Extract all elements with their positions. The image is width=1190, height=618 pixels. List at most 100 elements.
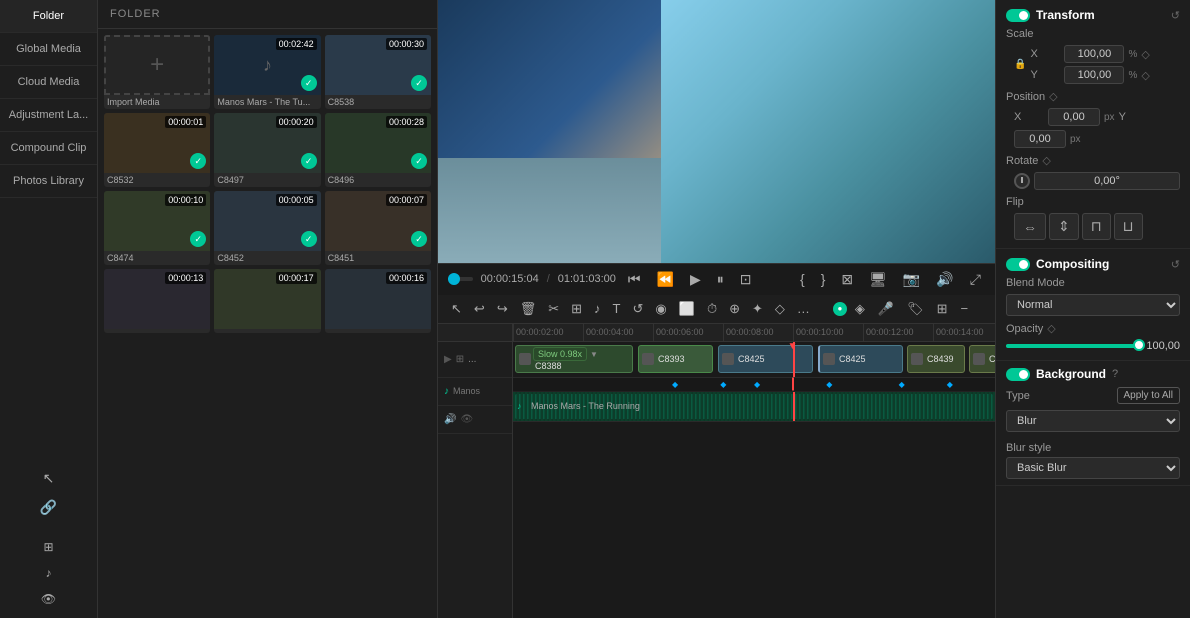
rotate-reset[interactable]: ◇: [1042, 154, 1050, 167]
video-clips-row: Slow 0.98x ▼ C8388 C8393: [513, 342, 995, 378]
timeline-clip-c8439a[interactable]: C8439: [907, 345, 965, 373]
timeline-tool-rect[interactable]: ⬜: [674, 298, 700, 320]
preview-progress-handle[interactable]: [448, 273, 460, 285]
blur-style-select[interactable]: Basic Blur Gaussian Blur: [1006, 457, 1180, 479]
sidebar-bottom-2[interactable]: ♪: [42, 562, 56, 584]
position-reset[interactable]: ◇: [1049, 90, 1057, 103]
apply-to-all-button[interactable]: Apply to All: [1117, 387, 1180, 404]
media-item-c8451[interactable]: 00:00:07 C8451: [325, 191, 431, 265]
media-item-row3b[interactable]: 00:00:17: [214, 269, 320, 333]
preview-snapshot-button[interactable]: 📷: [899, 269, 924, 290]
timeline-tool-more[interactable]: …: [792, 298, 815, 319]
timeline-tool-delete[interactable]: 🗑: [515, 298, 542, 320]
media-item-c8474[interactable]: 00:00:10 C8474: [104, 191, 210, 265]
sidebar-bottom-3[interactable]: 👁: [37, 588, 60, 610]
timeline-tool-rotate[interactable]: ↺: [628, 298, 649, 320]
timeline-tool-circle[interactable]: ◉: [650, 298, 671, 320]
scale-x-reset[interactable]: ◇: [1141, 48, 1149, 61]
timeline-tool-undo[interactable]: ↩: [469, 298, 490, 320]
media-item-c8538[interactable]: 00:00:30 C8538: [325, 35, 431, 109]
background-blur-select[interactable]: Blur Color None: [1006, 410, 1180, 432]
media-item-c8496[interactable]: 00:00:28 C8496: [325, 113, 431, 187]
opacity-slider[interactable]: [1006, 344, 1139, 348]
flip-horizontal-button[interactable]: ⇔: [1014, 213, 1046, 240]
preview-mark-out-button[interactable]: }: [817, 269, 830, 289]
timeline-tag-btn[interactable]: 🏷: [902, 298, 929, 320]
timeline-tool-speed[interactable]: ⏱: [702, 298, 722, 320]
timeline-keyframe-btn[interactable]: ◈: [850, 298, 870, 320]
track-expand-btn[interactable]: ▶: [444, 354, 452, 365]
sidebar-item-photos-library[interactable]: Photos Library: [0, 165, 97, 198]
media-item-name: Manos Mars - The Tu...: [214, 95, 320, 109]
sidebar-item-adjustment[interactable]: Adjustment La...: [0, 99, 97, 132]
sidebar-item-compound-clip[interactable]: Compound Clip: [0, 132, 97, 165]
timeline-tool-select[interactable]: ↖: [446, 298, 467, 320]
transform-reset-icon[interactable]: ↺: [1171, 9, 1180, 22]
preview-step-back-button[interactable]: ⏪: [653, 269, 678, 290]
background-help-icon[interactable]: ?: [1112, 368, 1118, 380]
preview-mark-in-button[interactable]: {: [796, 269, 809, 289]
scale-y-reset[interactable]: ◇: [1141, 69, 1149, 82]
timeline-tool-audio[interactable]: ♪: [589, 298, 606, 319]
background-toggle[interactable]: [1006, 368, 1030, 381]
timeline-mic-btn[interactable]: 🎤: [873, 298, 899, 320]
compositing-reset-icon[interactable]: ↺: [1171, 258, 1180, 271]
timeline-tool-redo[interactable]: ↪: [492, 298, 513, 320]
rotate-property: Rotate ◇: [1006, 154, 1180, 190]
preview-volume-button[interactable]: 🔊: [932, 269, 957, 290]
preview-go-start-button[interactable]: ⏮: [624, 269, 645, 290]
preview-monitor-button[interactable]: 🖥: [865, 269, 891, 290]
opacity-reset[interactable]: ◇: [1047, 322, 1055, 335]
opacity-slider-handle[interactable]: [1133, 339, 1145, 351]
scale-y-input[interactable]: [1064, 66, 1124, 84]
sidebar-item-folder[interactable]: Folder: [0, 0, 97, 33]
timeline-minus-btn[interactable]: −: [956, 298, 974, 319]
media-item-c8497[interactable]: 00:00:20 C8497: [214, 113, 320, 187]
clip-label: C8425: [835, 354, 870, 364]
timeline-clip-c8425b[interactable]: C8425: [818, 345, 903, 373]
clip-video-icon: [519, 353, 531, 365]
sidebar-tool-link[interactable]: 🔗: [36, 495, 61, 520]
timeline-clip-c8439b[interactable]: C8439: [969, 345, 995, 373]
timeline-tool-effect[interactable]: ✦: [747, 298, 768, 320]
media-item-manos[interactable]: ♪ 00:02:42 Manos Mars - The Tu...: [214, 35, 320, 109]
clip-label: C8388: [531, 361, 632, 371]
position-x-input[interactable]: [1048, 108, 1100, 126]
scale-x-input[interactable]: [1064, 45, 1124, 63]
preview-pause-button[interactable]: ⏸: [713, 269, 728, 290]
sidebar-tool-arrow[interactable]: ↖: [39, 466, 59, 491]
sidebar-item-global-media[interactable]: Global Media: [0, 33, 97, 66]
flip-vertical-button[interactable]: ⇕: [1049, 213, 1079, 240]
timeline-tool-cut[interactable]: ✂: [543, 298, 564, 320]
blend-mode-select[interactable]: Normal Multiply Screen Overlay: [1006, 294, 1180, 316]
timeline-tool-text[interactable]: T: [608, 298, 626, 319]
sidebar-bottom-1[interactable]: ⊞: [39, 536, 57, 558]
timeline-tool-split[interactable]: ⊞: [566, 298, 587, 320]
lock-icon[interactable]: 🔒: [1014, 59, 1026, 70]
flip-corner2-button[interactable]: ⊔: [1114, 213, 1143, 240]
timeline-clip-c8388[interactable]: Slow 0.98x ▼ C8388: [515, 345, 633, 373]
timeline-tool-add[interactable]: ⊕: [724, 298, 745, 320]
timeline-clip-c8393[interactable]: C8393: [638, 345, 713, 373]
preview-progress-bar[interactable]: [448, 277, 473, 281]
media-item-c8532[interactable]: 00:00:01 C8532: [104, 113, 210, 187]
compositing-toggle[interactable]: [1006, 258, 1030, 271]
media-item-row3a[interactable]: 00:00:13: [104, 269, 210, 333]
import-media-button[interactable]: + Import Media: [104, 35, 210, 109]
position-y-input[interactable]: [1014, 130, 1066, 148]
timeline-clip-c8425a[interactable]: C8425: [718, 345, 813, 373]
preview-play-button[interactable]: ▶: [686, 269, 705, 290]
timeline-tool-transition[interactable]: ◇: [770, 298, 790, 320]
transform-toggle[interactable]: [1006, 9, 1030, 22]
flip-corner1-button[interactable]: ⊓: [1082, 213, 1111, 240]
preview-split-button[interactable]: ⊠: [837, 269, 857, 290]
preview-fullscreen-button[interactable]: ⊡: [736, 269, 756, 290]
timeline-grid-btn[interactable]: ⊞: [932, 298, 953, 320]
rotate-input[interactable]: [1034, 172, 1180, 190]
sidebar-item-cloud-media[interactable]: Cloud Media: [0, 66, 97, 99]
media-item-row3c[interactable]: 00:00:16: [325, 269, 431, 333]
rotate-knob[interactable]: [1014, 173, 1030, 189]
media-item-c8452[interactable]: 00:00:05 C8452: [214, 191, 320, 265]
preview-expand-button[interactable]: ⤢: [966, 269, 985, 290]
timeline-ruler[interactable]: 00:00:02:00 00:00:04:00 00:00:06:00 00:0…: [513, 324, 995, 342]
